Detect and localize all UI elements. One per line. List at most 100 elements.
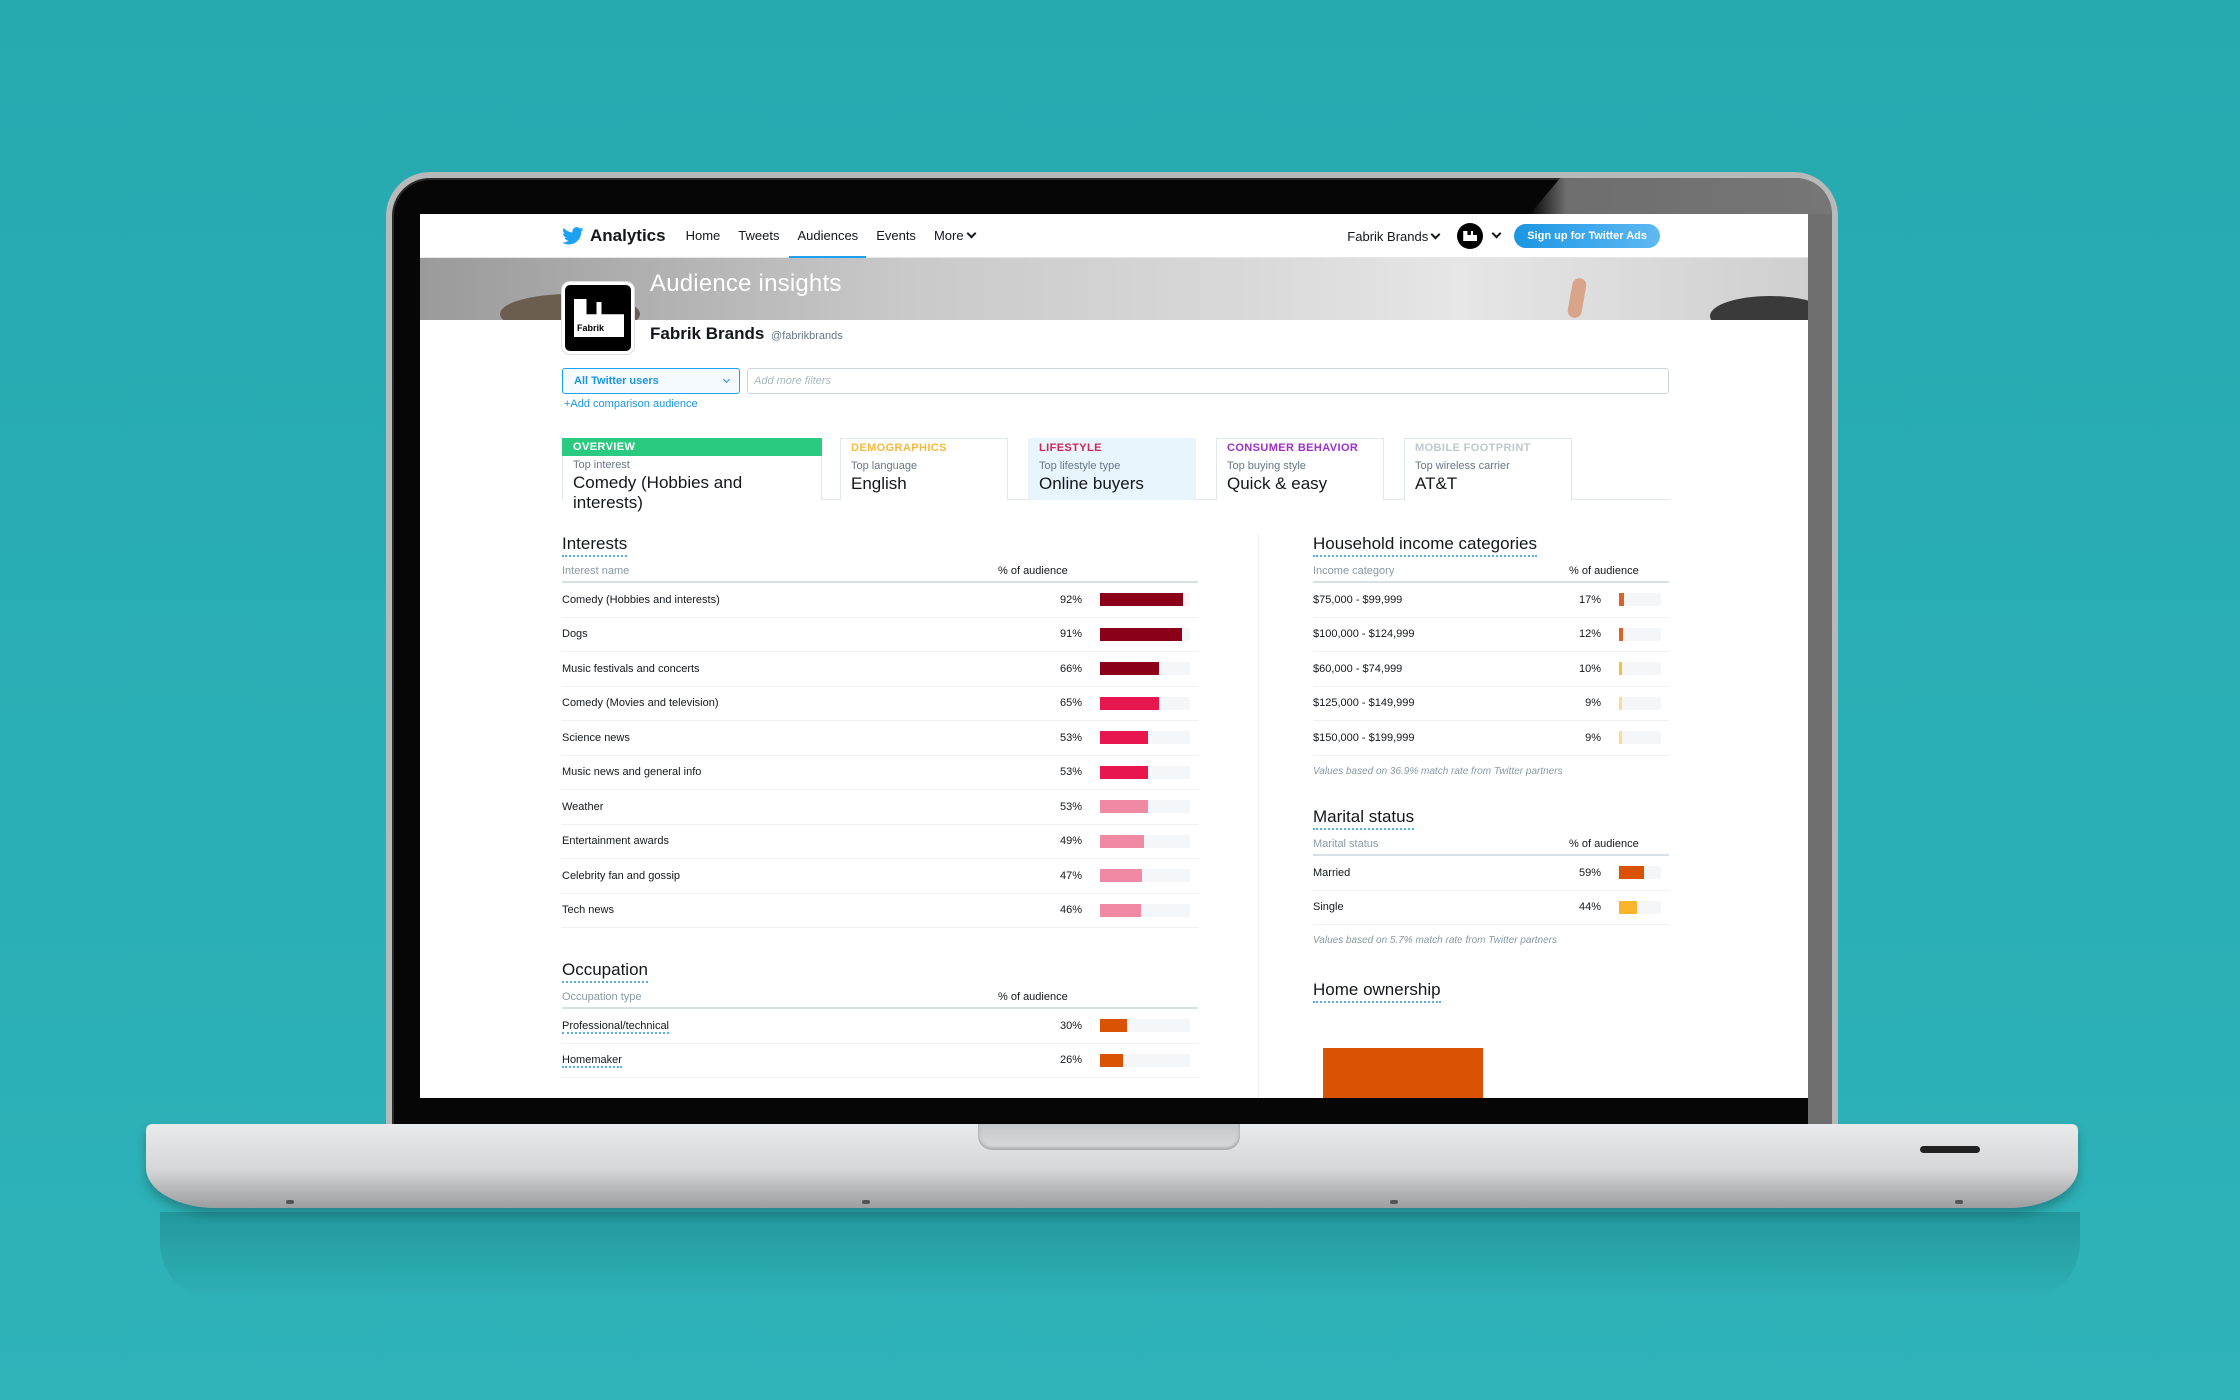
row-name: Dogs xyxy=(562,628,588,641)
table-row: Dogs 91% xyxy=(562,618,1198,652)
signup-ads-button[interactable]: Sign up for Twitter Ads xyxy=(1514,224,1660,248)
bar-track xyxy=(1619,627,1661,641)
laptop-foot xyxy=(1390,1200,1398,1204)
bar-track xyxy=(1100,800,1190,814)
tab-mobile-footprint[interactable]: MOBILE FOOTPRINT Top wireless carrier AT… xyxy=(1404,438,1572,500)
row-percentage: 26% xyxy=(1059,1054,1082,1067)
row-name: Music festivals and concerts xyxy=(562,662,700,675)
bar-track xyxy=(1100,662,1190,676)
bar-fill xyxy=(1619,593,1624,607)
chevron-down-icon xyxy=(722,375,731,384)
interests-title[interactable]: Interests xyxy=(562,534,628,557)
income-title[interactable]: Household income categories xyxy=(1313,534,1537,557)
row-name[interactable]: Professional/technical xyxy=(562,1019,1040,1034)
profile-name: Fabrik Brands @fabrikbrands xyxy=(650,324,843,344)
tab-overview[interactable]: OVERVIEW Top interest Comedy (Hobbies an… xyxy=(562,438,822,512)
bar-fill xyxy=(1100,1053,1123,1067)
marital-title[interactable]: Marital status xyxy=(1313,807,1415,830)
hero-photo-hand xyxy=(1566,277,1588,319)
bar-fill xyxy=(1100,834,1144,848)
row-name: $125,000 - $149,999 xyxy=(1313,697,1415,710)
bar-fill xyxy=(1100,800,1148,814)
table-row: Homemaker 26% xyxy=(562,1044,1198,1078)
nav-audiences[interactable]: Audiences xyxy=(789,214,866,259)
laptop-reflection xyxy=(160,1212,2080,1302)
table-row: $100,000 - $124,999 12% xyxy=(1313,618,1669,652)
row-percentage: 17% xyxy=(1579,593,1602,606)
row-percentage: 59% xyxy=(1579,866,1602,879)
row-name: $75,000 - $99,999 xyxy=(1313,593,1403,606)
row-percentage: 12% xyxy=(1579,628,1602,641)
bar-fill xyxy=(1100,696,1159,710)
row-name[interactable]: Homemaker xyxy=(562,1054,1040,1069)
table-row: Single 44% xyxy=(1313,891,1669,925)
account-switcher[interactable]: Fabrik Brands xyxy=(1347,228,1441,244)
table-row: $125,000 - $149,999 9% xyxy=(1313,687,1669,721)
col-pct-header: % of audience xyxy=(998,565,1068,577)
marital-footnote: Values based on 5.7% match rate from Twi… xyxy=(1313,935,1557,946)
bar-track xyxy=(1100,869,1190,883)
marital-rows: Married 59% Single 44% xyxy=(1313,856,1669,925)
tab-demographics[interactable]: DEMOGRAPHICS Top language English xyxy=(840,438,1008,500)
tab-lifestyle[interactable]: LIFESTYLE Top lifestyle type Online buye… xyxy=(1028,438,1196,500)
filters-input[interactable] xyxy=(747,368,1669,394)
occupation-title[interactable]: Occupation xyxy=(562,960,648,983)
table-row: Science news 53% xyxy=(562,721,1198,756)
analytics-brand[interactable]: Analytics xyxy=(590,226,666,246)
tab-consumer-behavior[interactable]: CONSUMER BEHAVIOR Top buying style Quick… xyxy=(1216,438,1384,500)
row-percentage: 92% xyxy=(1059,593,1082,606)
bar-track xyxy=(1619,900,1661,914)
tab-subtitle: Top language xyxy=(851,460,918,472)
user-avatar[interactable] xyxy=(1457,223,1484,249)
audience-select[interactable]: All Twitter users xyxy=(562,368,740,394)
bar-track xyxy=(1619,662,1661,676)
bar-track xyxy=(1619,593,1661,607)
bar-fill xyxy=(1100,627,1182,641)
tab-label: DEMOGRAPHICS xyxy=(851,442,947,454)
tab-label: CONSUMER BEHAVIOR xyxy=(1227,442,1359,454)
row-name: $100,000 - $124,999 xyxy=(1313,628,1415,641)
nav-more[interactable]: More xyxy=(933,214,977,258)
bar-fill xyxy=(1100,765,1148,779)
add-comparison-link[interactable]: +Add comparison audience xyxy=(564,398,698,410)
row-percentage: 46% xyxy=(1059,904,1082,917)
nav-events[interactable]: Events xyxy=(876,214,916,258)
bar-track xyxy=(1100,765,1190,779)
nav-more-label: More xyxy=(933,228,964,243)
table-row: Professional/technical 30% xyxy=(562,1009,1198,1044)
home-ownership-bar[interactable] xyxy=(1323,1048,1483,1098)
table-row: Music festivals and concerts 66% xyxy=(562,652,1198,687)
laptop-slot xyxy=(1920,1146,1980,1153)
col-pct-header: % of audience xyxy=(1569,565,1639,577)
income-section: Household income categories Income categ… xyxy=(1313,534,1669,777)
bar-track xyxy=(1100,834,1190,848)
brand-avatar: Fabrik xyxy=(562,282,634,354)
screen-glare-edge xyxy=(1808,214,1832,1124)
table-row: Weather 53% xyxy=(562,790,1198,825)
row-percentage: 65% xyxy=(1059,697,1082,710)
account-name: Fabrik Brands xyxy=(1347,228,1429,244)
home-ownership-title[interactable]: Home ownership xyxy=(1313,980,1441,1003)
col-name-header: Occupation type xyxy=(562,991,642,1003)
income-footnote: Values based on 36.9% match rate from Tw… xyxy=(1313,765,1563,777)
chevron-down-icon xyxy=(966,228,977,239)
laptop-lid-notch xyxy=(978,1124,1240,1150)
bar-fill xyxy=(1619,731,1622,745)
nav-tweets[interactable]: Tweets xyxy=(738,214,779,258)
user-menu-chevron-icon[interactable] xyxy=(1491,228,1502,238)
brand-handle: @fabrikbrands xyxy=(771,330,843,342)
hero-photo-hair xyxy=(1710,296,1808,320)
chevron-down-icon xyxy=(1430,229,1441,239)
row-percentage: 30% xyxy=(1059,1019,1082,1032)
marital-section: Marital status Marital status % of audie… xyxy=(1313,807,1669,946)
laptop-foot xyxy=(862,1200,870,1204)
row-percentage: 66% xyxy=(1059,662,1082,675)
logo-text: Fabrik xyxy=(577,323,605,333)
top-nav: Analytics Home Tweets Audiences Events M… xyxy=(420,214,1808,259)
nav-home[interactable]: Home xyxy=(686,214,721,258)
bar-track xyxy=(1100,627,1190,641)
table-row: Music news and general info 53% xyxy=(562,756,1198,790)
table-row: Entertainment awards 49% xyxy=(562,825,1198,859)
row-percentage: 44% xyxy=(1579,901,1602,914)
row-percentage: 53% xyxy=(1059,766,1082,779)
